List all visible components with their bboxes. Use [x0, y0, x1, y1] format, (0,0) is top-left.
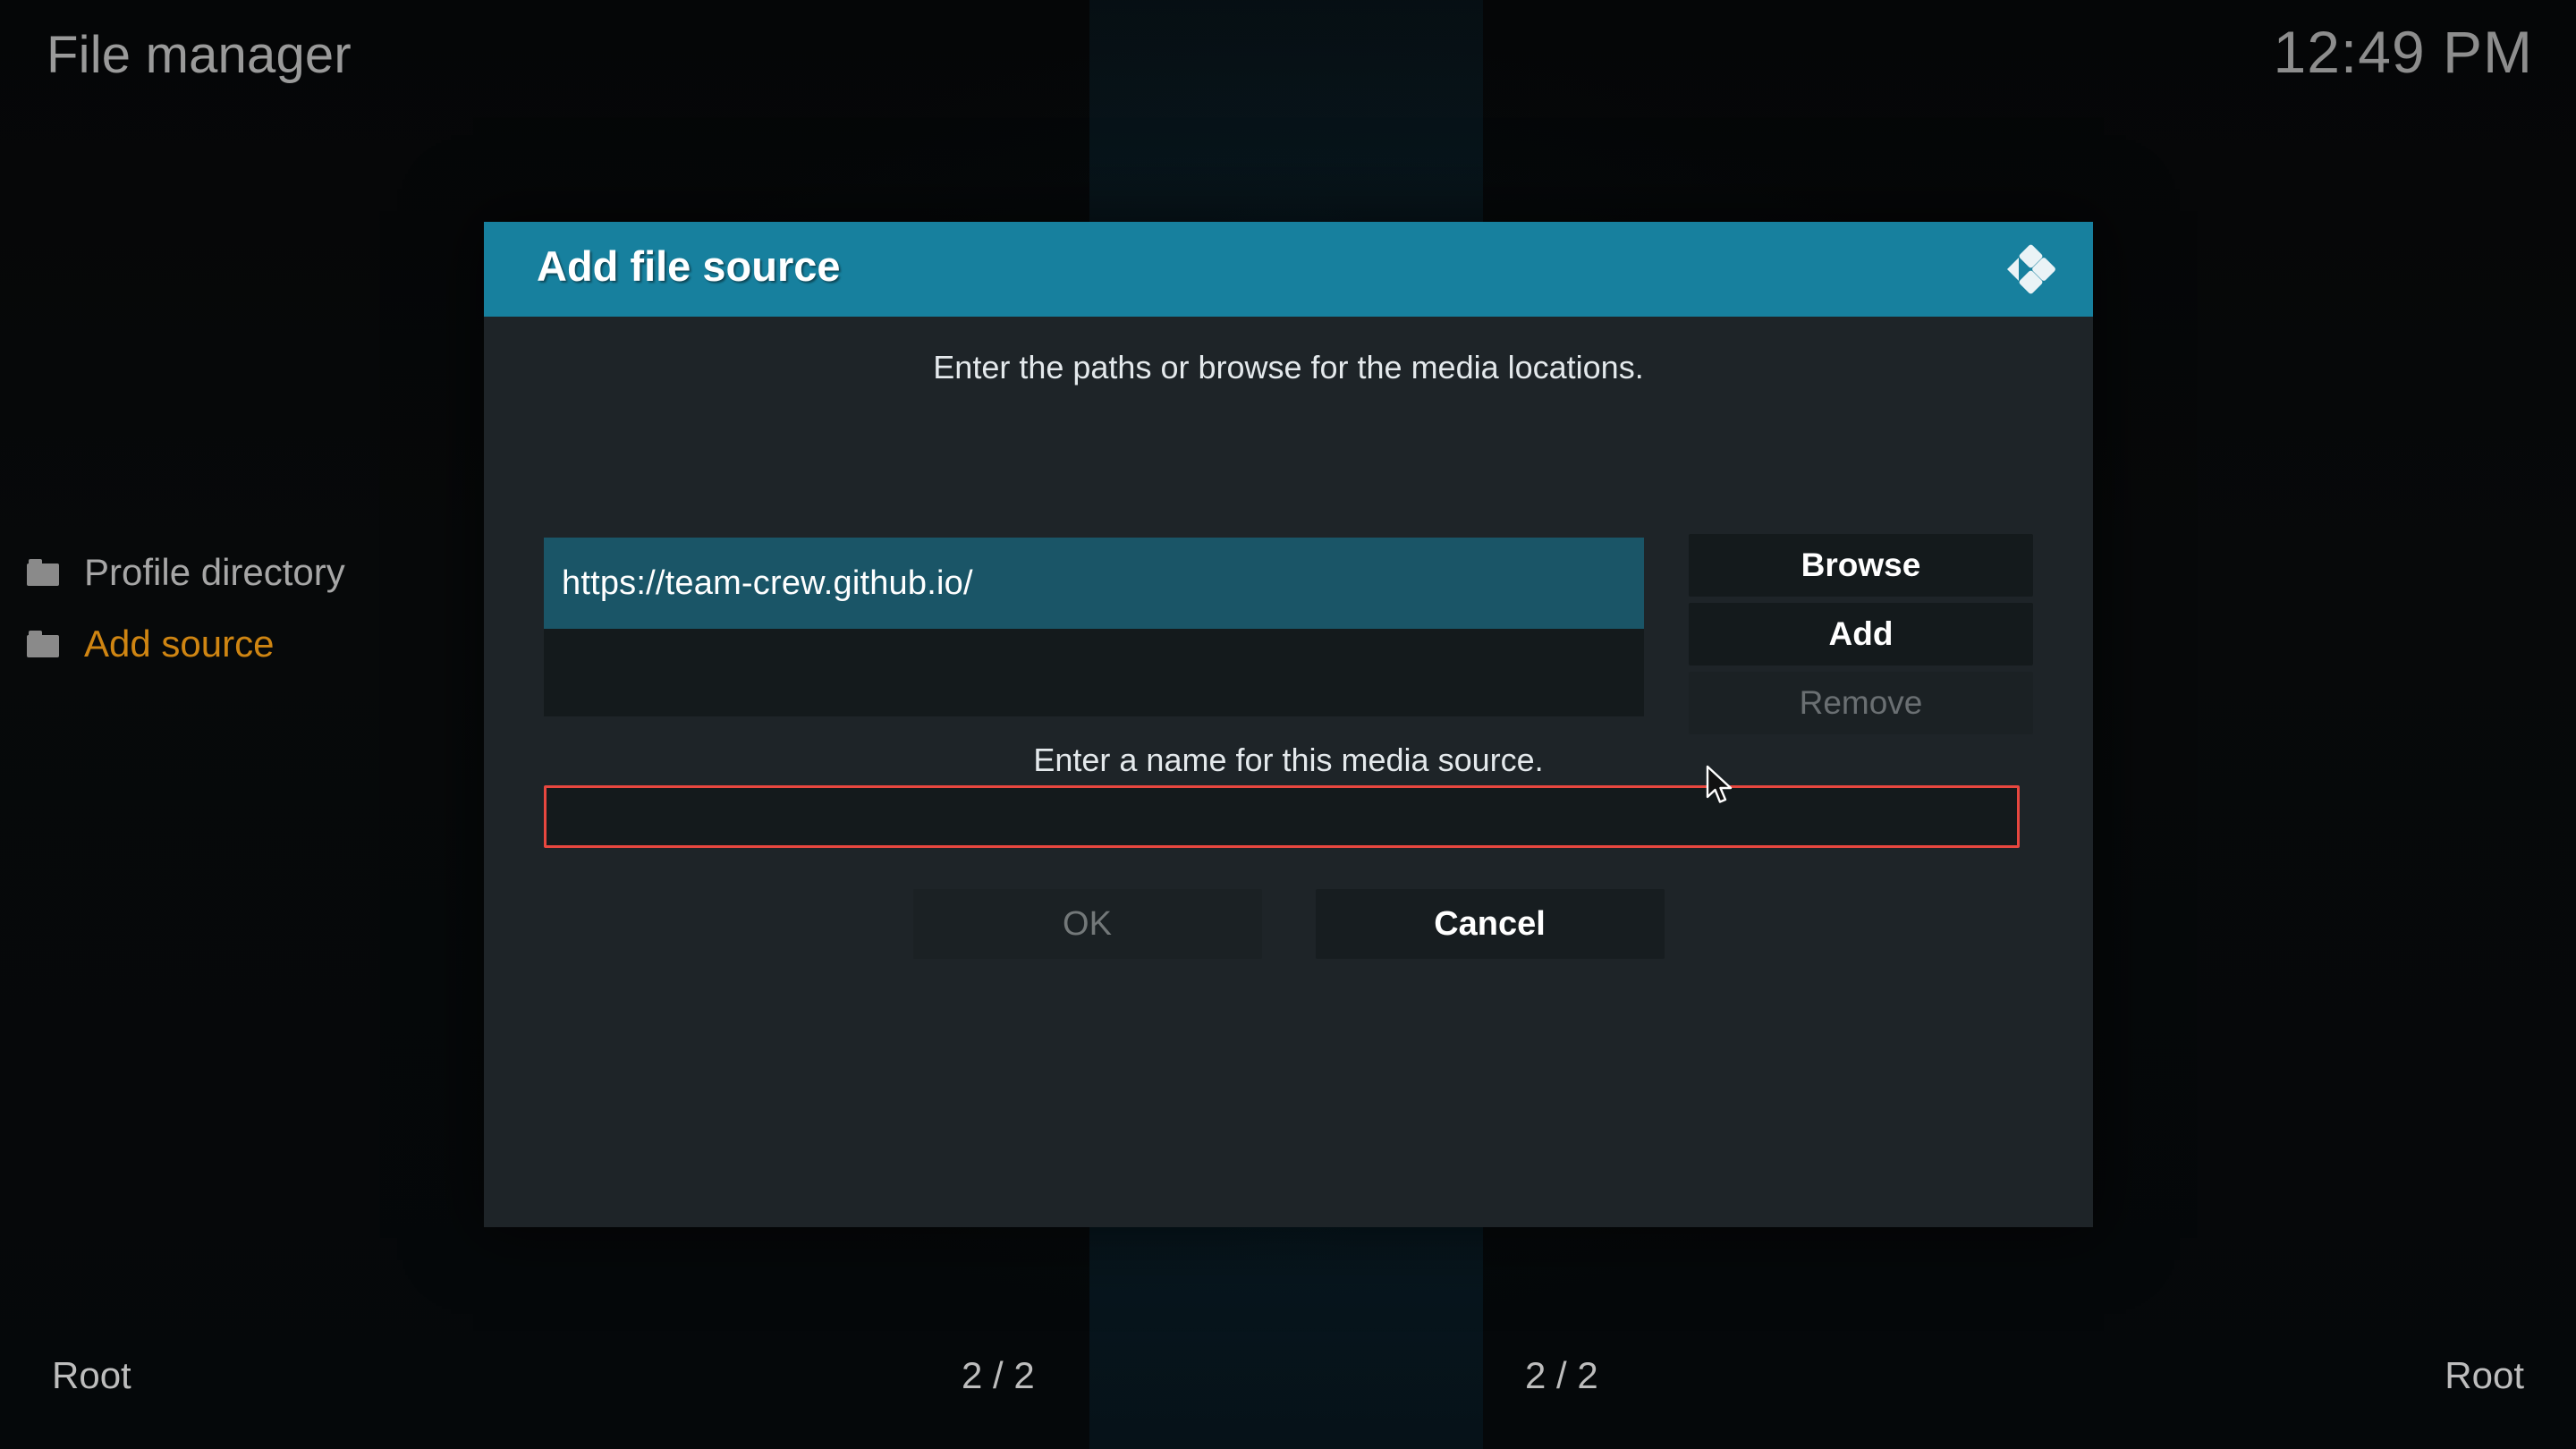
page-title: File manager — [47, 26, 352, 84]
clock-label: 12:49 PM — [2273, 19, 2533, 85]
top-bar: File manager 12:49 PM — [0, 0, 2576, 134]
sidebar-item-label: Profile directory — [84, 551, 345, 593]
status-bar: Root 2 / 2 2 / 2 Root — [0, 1324, 2576, 1449]
dialog-header: Add file source — [484, 222, 2093, 317]
cancel-button[interactable]: Cancel — [1315, 889, 1665, 959]
add-file-source-dialog: Add file source Enter the paths or brows… — [484, 222, 2093, 1227]
left-pane-count: 2 / 2 — [962, 1354, 1035, 1396]
list-item[interactable]: https://team-crew.github.io/ — [544, 538, 1644, 629]
sidebar-item-add-source[interactable]: Add source — [0, 608, 483, 680]
ok-button: OK — [912, 889, 1262, 959]
remove-button: Remove — [1689, 672, 2033, 734]
right-pane-path: Root — [2445, 1354, 2524, 1396]
dialog-footer: OK Cancel — [484, 889, 2093, 959]
right-pane-count: 2 / 2 — [1525, 1354, 1598, 1396]
kodi-logo-icon — [2000, 242, 2055, 297]
source-name-input[interactable] — [544, 785, 2020, 848]
name-hint-label: Enter a name for this media source. — [1033, 741, 1544, 778]
dialog-title: Add file source — [537, 242, 841, 290]
left-pane-path: Root — [52, 1354, 131, 1396]
sidebar-item-profile-directory[interactable]: Profile directory — [0, 537, 483, 608]
folder-icon — [27, 559, 61, 586]
sidebar-item-label: Add source — [84, 623, 275, 665]
folder-icon — [27, 631, 61, 657]
add-button[interactable]: Add — [1689, 603, 2033, 665]
dialog-body: Enter the paths or browse for the media … — [484, 317, 2093, 1227]
path-action-buttons: Browse Add Remove — [1689, 534, 2033, 741]
path-value: https://team-crew.github.io/ — [562, 564, 973, 602]
kodi-screen: File manager 12:49 PM Profile directory … — [0, 0, 2576, 1449]
browse-button[interactable]: Browse — [1689, 534, 2033, 597]
path-list[interactable]: https://team-crew.github.io/ — [544, 538, 1644, 716]
sidebar-list: Profile directory Add source — [0, 537, 483, 680]
paths-hint-label: Enter the paths or browse for the media … — [933, 349, 1644, 386]
